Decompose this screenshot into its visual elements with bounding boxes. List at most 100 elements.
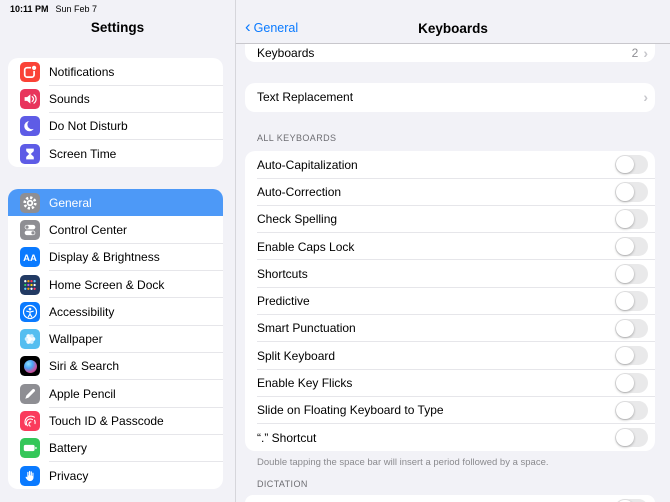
- page-title: Keyboards: [236, 21, 670, 36]
- wallpaper-icon: [20, 329, 40, 349]
- section-footer-note: Double tapping the space bar will insert…: [257, 457, 649, 468]
- sidebar-item-notifications[interactable]: Notifications: [8, 58, 223, 85]
- sidebar-item-screen-time[interactable]: Screen Time: [8, 140, 223, 167]
- setting-label: Check Spelling: [257, 212, 337, 226]
- setting-label: “.” Shortcut: [257, 431, 316, 445]
- sidebar-item-label: Accessibility: [49, 305, 114, 319]
- text-replacement-card: Text Replacement ›: [245, 83, 655, 112]
- toggle-knob: [616, 210, 634, 228]
- sidebar-item-label: Do Not Disturb: [49, 119, 128, 133]
- sidebar-item-sounds[interactable]: Sounds: [8, 85, 223, 112]
- toggle-auto-correction[interactable]: [615, 182, 648, 202]
- setting-row-split-keyboard: Split Keyboard: [245, 342, 655, 369]
- sidebar-item-accessibility[interactable]: Accessibility: [8, 298, 223, 325]
- toggle-enable-key-flicks[interactable]: [615, 373, 648, 393]
- sidebar-item-general[interactable]: General: [8, 189, 223, 216]
- toggle-predictive[interactable]: [615, 291, 648, 311]
- toggle-knob: [616, 292, 634, 310]
- section-header-all-keyboards: ALL KEYBOARDS: [257, 133, 336, 143]
- section-header-dictation: DICTATION: [257, 479, 308, 489]
- setting-row-check-spelling: Check Spelling: [245, 206, 655, 233]
- accessibility-icon: [20, 302, 40, 322]
- ipad-settings-screen: 10:11 PM Sun Feb 7 97% Settings Notifica…: [0, 0, 670, 502]
- settings-sidebar: Settings Notifications Sounds Do Not Distu…: [0, 0, 235, 502]
- screen-time-hourglass-icon: [20, 144, 40, 164]
- toggle-knob: [616, 429, 634, 447]
- toggle-knob: [616, 265, 634, 283]
- setting-row-auto-capitalization: Auto-Capitalization: [245, 151, 655, 178]
- setting-row-predictive: Predictive: [245, 287, 655, 314]
- text-replacement-label: Text Replacement: [257, 90, 643, 104]
- all-keyboards-card: Auto-Capitalization Auto-Correction Check …: [245, 151, 655, 451]
- battery-icon: [20, 438, 40, 458]
- sidebar-item-battery[interactable]: Battery: [8, 435, 223, 462]
- sidebar-item-siri-search[interactable]: Siri & Search: [8, 353, 223, 380]
- sidebar-item-label: Control Center: [49, 223, 127, 237]
- toggle-slide-on-floating-keyboard-to-type[interactable]: [615, 401, 648, 421]
- setting-row-shortcuts: Shortcuts: [245, 260, 655, 287]
- general-gear-icon: [20, 193, 40, 213]
- sidebar-item-wallpaper[interactable]: Wallpaper: [8, 325, 223, 352]
- sidebar-title: Settings: [0, 20, 235, 35]
- siri-icon: [20, 356, 40, 376]
- sidebar-item-label: Home Screen & Dock: [49, 278, 164, 292]
- toggle-auto-capitalization[interactable]: [615, 155, 648, 175]
- sidebar-group-2: General Control Center AA Display & Brightn…: [8, 189, 223, 489]
- sidebar-item-label: Privacy: [49, 469, 88, 483]
- toggle-check-spelling[interactable]: [615, 209, 648, 229]
- toggle-knob: [616, 347, 634, 365]
- toggle-knob: [616, 183, 634, 201]
- do-not-disturb-moon-icon: [20, 116, 40, 136]
- keyboards-count: 2: [632, 46, 639, 60]
- toggle-knob: [616, 156, 634, 174]
- setting-row-auto-correction: Auto-Correction: [245, 178, 655, 205]
- sidebar-item-home-screen-dock[interactable]: Home Screen & Dock: [8, 271, 223, 298]
- chevron-right-icon: ›: [643, 48, 648, 58]
- sidebar-item-apple-pencil[interactable]: Apple Pencil: [8, 380, 223, 407]
- toggle-shortcuts[interactable]: [615, 264, 648, 284]
- display-brightness-icon: AA: [20, 247, 40, 267]
- sidebar-item-label: Wallpaper: [49, 332, 103, 346]
- setting-row-shortcut: “.” Shortcut: [245, 424, 655, 451]
- setting-label: Predictive: [257, 294, 310, 308]
- sidebar-group-1: Notifications Sounds Do Not Disturb Screen …: [8, 58, 223, 167]
- apple-pencil-icon: [20, 384, 40, 404]
- sidebar-item-touch-id-passcode[interactable]: Touch ID & Passcode: [8, 407, 223, 434]
- dictation-toggle[interactable]: [615, 499, 648, 502]
- svg-text:AA: AA: [23, 253, 37, 264]
- toggle-enable-caps-lock[interactable]: [615, 237, 648, 257]
- keyboards-navbar: ‹ General Keyboards: [236, 0, 670, 44]
- touch-id-fingerprint-icon: [20, 411, 40, 431]
- setting-label: Smart Punctuation: [257, 321, 356, 335]
- sidebar-item-label: Apple Pencil: [49, 387, 116, 401]
- sidebar-item-display-brightness[interactable]: AA Display & Brightness: [8, 244, 223, 271]
- toggle-smart-punctuation[interactable]: [615, 319, 648, 339]
- toggle-knob: [616, 238, 634, 256]
- setting-label: Split Keyboard: [257, 349, 335, 363]
- text-replacement-row[interactable]: Text Replacement ›: [245, 83, 655, 112]
- home-screen-dock-icon: [20, 275, 40, 295]
- keyboards-row[interactable]: Keyboards 2 ›: [245, 44, 655, 62]
- sidebar-item-label: Screen Time: [49, 147, 116, 161]
- toggle-knob: [616, 402, 634, 420]
- keyboards-card: Keyboards 2 ›: [245, 44, 655, 62]
- setting-row-enable-key-flicks: Enable Key Flicks: [245, 369, 655, 396]
- setting-row-slide-on-floating-keyboard-to-type: Slide on Floating Keyboard to Type: [245, 397, 655, 424]
- sidebar-item-do-not-disturb[interactable]: Do Not Disturb: [8, 113, 223, 140]
- sidebar-item-label: Sounds: [49, 92, 90, 106]
- setting-label: Auto-Correction: [257, 185, 341, 199]
- chevron-right-icon: ›: [643, 92, 648, 102]
- setting-row-enable-caps-lock: Enable Caps Lock: [245, 233, 655, 260]
- setting-label: Enable Key Flicks: [257, 376, 352, 390]
- sidebar-item-control-center[interactable]: Control Center: [8, 216, 223, 243]
- sidebar-item-label: Display & Brightness: [49, 250, 160, 264]
- toggle-split-keyboard[interactable]: [615, 346, 648, 366]
- sidebar-item-label: General: [49, 196, 92, 210]
- sidebar-item-label: Siri & Search: [49, 359, 119, 373]
- control-center-icon: [20, 220, 40, 240]
- setting-label: Enable Caps Lock: [257, 240, 354, 254]
- dictation-card: [245, 495, 655, 502]
- toggle-shortcut[interactable]: [615, 428, 648, 448]
- setting-row-smart-punctuation: Smart Punctuation: [245, 315, 655, 342]
- sidebar-item-privacy[interactable]: Privacy: [8, 462, 223, 489]
